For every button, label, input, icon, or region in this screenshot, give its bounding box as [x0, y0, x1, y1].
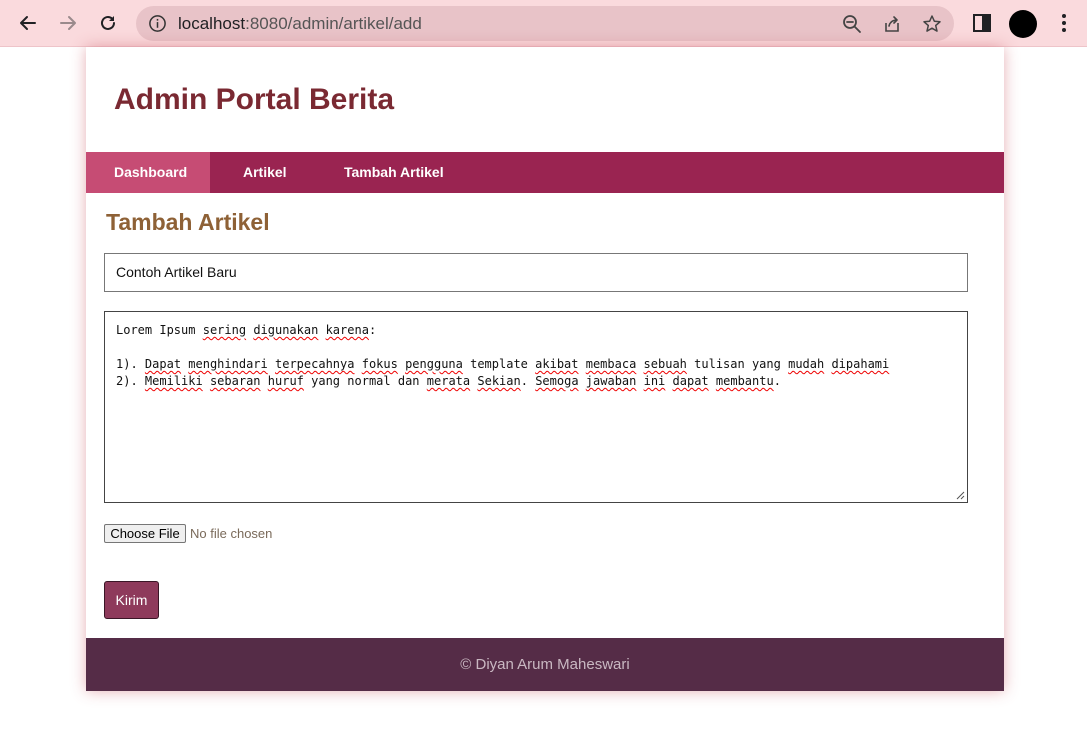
share-icon[interactable]: [882, 14, 902, 34]
nav-dashboard[interactable]: Dashboard: [86, 152, 210, 193]
more-menu-icon[interactable]: [1052, 11, 1076, 35]
url-text: localhost:8080/admin/artikel/add: [178, 14, 422, 33]
site-header: Admin Portal Berita: [86, 47, 1004, 152]
content-line: Lorem Ipsum sering digunakan karena:: [116, 323, 377, 337]
footer: © Diyan Arum Maheswari: [86, 638, 1004, 691]
main-nav: Dashboard Artikel Tambah Artikel: [86, 152, 1004, 193]
submit-button[interactable]: Kirim: [104, 581, 159, 619]
reload-icon[interactable]: [96, 11, 120, 35]
content-line: [116, 339, 956, 356]
resize-handle-icon[interactable]: [955, 490, 965, 500]
nav-tambah-artikel[interactable]: Tambah Artikel: [344, 152, 444, 193]
content-line: 1). Dapat menghindari terpecahnya fokus …: [116, 357, 890, 371]
side-panel-icon[interactable]: [970, 11, 994, 35]
nav-artikel[interactable]: Artikel: [243, 152, 287, 193]
choose-file-button[interactable]: Choose File: [104, 524, 186, 543]
zoom-out-icon[interactable]: [842, 14, 862, 34]
bookmark-star-icon[interactable]: [922, 14, 942, 34]
content-line: 2). Memiliki sebaran huruf yang normal d…: [116, 374, 781, 388]
forward-icon[interactable]: [56, 11, 80, 35]
back-icon[interactable]: [16, 11, 40, 35]
title-input[interactable]: Contoh Artikel Baru: [104, 253, 968, 292]
address-bar[interactable]: localhost:8080/admin/artikel/add: [136, 6, 954, 41]
profile-avatar[interactable]: [1009, 10, 1037, 38]
page-title: Tambah Artikel: [106, 209, 270, 235]
content-text: Lorem Ipsum sering digunakan karena: 1).…: [116, 322, 956, 390]
browser-toolbar: localhost:8080/admin/artikel/add: [0, 0, 1087, 47]
footer-text: © Diyan Arum Maheswari: [460, 656, 630, 673]
site-title: Admin Portal Berita: [114, 83, 395, 116]
file-status: No file chosen: [190, 526, 273, 541]
page-container: Admin Portal Berita Dashboard Artikel Ta…: [86, 47, 1004, 691]
info-icon[interactable]: [148, 14, 167, 33]
content-textarea[interactable]: Lorem Ipsum sering digunakan karena: 1).…: [104, 311, 968, 503]
